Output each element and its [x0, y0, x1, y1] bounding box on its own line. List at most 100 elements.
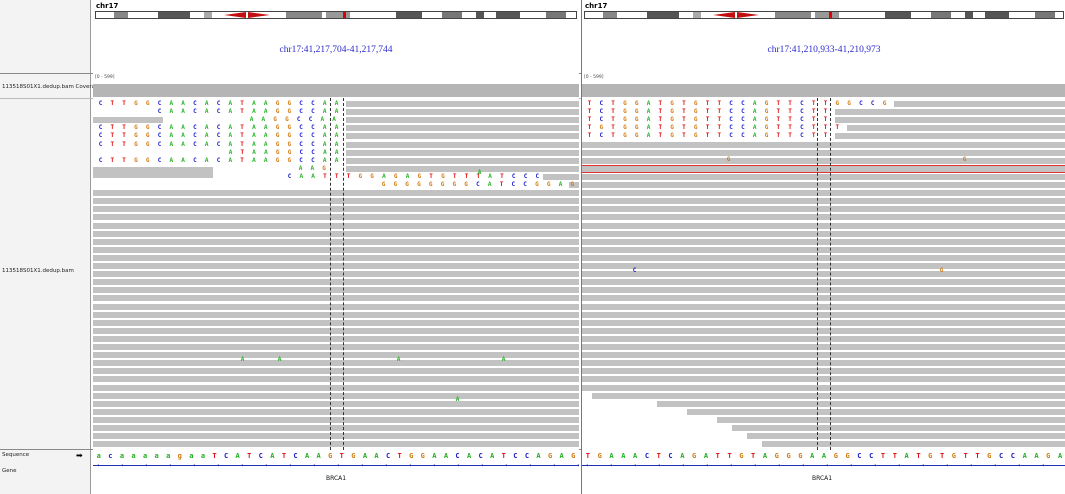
read[interactable]: [93, 368, 579, 375]
read[interactable]: [582, 311, 1065, 318]
read[interactable]: [93, 254, 579, 261]
read[interactable]: [93, 206, 579, 213]
read[interactable]: [893, 101, 1065, 107]
read[interactable]: [592, 392, 1065, 399]
read[interactable]: [93, 279, 579, 286]
read[interactable]: [93, 230, 579, 237]
read[interactable]: [582, 238, 1065, 245]
read[interactable]: [93, 303, 579, 310]
read[interactable]: [582, 141, 1065, 148]
read[interactable]: [93, 400, 579, 407]
locus-panel-left[interactable]: chr17 chr17:41,217,704-41,217,744 [0 - 5…: [93, 0, 579, 494]
read[interactable]: [582, 198, 1065, 205]
read[interactable]: [582, 173, 1065, 180]
read[interactable]: [582, 254, 1065, 261]
read[interactable]: [687, 408, 1065, 415]
alignment-track-label[interactable]: 113518S01X1.dedup.bam: [2, 268, 74, 274]
read[interactable]: [93, 416, 579, 423]
read[interactable]: [93, 238, 579, 245]
read[interactable]: [582, 376, 1065, 383]
read[interactable]: [582, 263, 1065, 269]
read[interactable]: [346, 157, 579, 164]
read[interactable]: [346, 109, 579, 116]
read[interactable]: [93, 271, 579, 278]
gene-feature-line[interactable]: [582, 465, 1065, 466]
read[interactable]: [582, 182, 1065, 188]
gene-track-label[interactable]: Gene: [2, 468, 17, 474]
read[interactable]: [582, 384, 1065, 391]
read[interactable]: [582, 271, 1065, 278]
read[interactable]: [762, 441, 1065, 448]
locus-coordinates[interactable]: chr17:41,210,933-41,210,973: [582, 45, 1065, 55]
locus-panel-right[interactable]: chr17 chr17:41,210,933-41,210,973 [0 - 5…: [581, 0, 1065, 494]
read[interactable]: [93, 344, 579, 350]
read[interactable]: [93, 335, 579, 342]
read[interactable]: [93, 214, 579, 221]
read[interactable]: [582, 303, 1065, 310]
read[interactable]: [543, 173, 579, 180]
read[interactable]: [582, 222, 1065, 229]
read[interactable]: [657, 400, 1065, 407]
read[interactable]: [93, 433, 579, 440]
read[interactable]: [346, 141, 579, 148]
read[interactable]: [93, 222, 579, 229]
read[interactable]: [582, 327, 1065, 334]
read[interactable]: [582, 246, 1065, 253]
read[interactable]: [732, 425, 1065, 431]
read[interactable]: [582, 344, 1065, 350]
read[interactable]: [93, 319, 579, 326]
read[interactable]: [346, 125, 579, 132]
read[interactable]: [93, 376, 579, 383]
read[interactable]: [93, 246, 579, 253]
read[interactable]: [346, 149, 579, 156]
read[interactable]: [717, 416, 1065, 423]
read[interactable]: [93, 408, 579, 415]
read[interactable]: [834, 109, 1065, 116]
read[interactable]: [747, 433, 1065, 440]
sequence-track-label[interactable]: Sequence: [2, 452, 29, 458]
gene-name-label[interactable]: BRCA1: [326, 475, 346, 482]
read[interactable]: [582, 190, 1065, 197]
strand-arrow-icon[interactable]: ➡: [76, 451, 83, 460]
read[interactable]: [346, 117, 579, 124]
read[interactable]: [93, 311, 579, 318]
read[interactable]: [582, 165, 1065, 172]
read[interactable]: [582, 206, 1065, 213]
read[interactable]: [834, 133, 1065, 140]
read[interactable]: [93, 425, 579, 431]
read[interactable]: [582, 319, 1065, 326]
read[interactable]: [582, 352, 1065, 359]
read[interactable]: [93, 190, 579, 197]
read[interactable]: [93, 263, 579, 269]
read[interactable]: [93, 295, 579, 302]
coverage-histogram[interactable]: [93, 84, 579, 97]
read[interactable]: [93, 327, 579, 334]
read[interactable]: [834, 117, 1065, 124]
read[interactable]: [582, 230, 1065, 237]
read[interactable]: [846, 125, 1065, 132]
read[interactable]: [93, 441, 579, 448]
read[interactable]: [346, 133, 579, 140]
coverage-histogram[interactable]: [582, 84, 1065, 97]
locus-coordinates[interactable]: chr17:41,217,704-41,217,744: [93, 45, 579, 55]
read[interactable]: [582, 368, 1065, 375]
read[interactable]: [582, 214, 1065, 221]
read[interactable]: [93, 117, 163, 124]
coverage-track-label[interactable]: 113518S01X1.dedup.bam Coverage: [2, 84, 102, 90]
read[interactable]: [93, 287, 579, 294]
read[interactable]: [93, 392, 579, 399]
chromosome-ideogram[interactable]: [584, 11, 1064, 19]
read[interactable]: [582, 149, 1065, 156]
read[interactable]: [346, 165, 579, 172]
chromosome-ideogram[interactable]: [95, 11, 577, 19]
read[interactable]: [582, 335, 1065, 342]
read[interactable]: [582, 157, 1065, 164]
read[interactable]: [93, 384, 579, 391]
read[interactable]: [582, 360, 1065, 367]
read[interactable]: [93, 171, 213, 178]
gene-name-label[interactable]: BRCA1: [812, 475, 832, 482]
read[interactable]: [346, 101, 579, 107]
read[interactable]: [582, 295, 1065, 302]
read[interactable]: [582, 279, 1065, 286]
read[interactable]: [93, 198, 579, 205]
